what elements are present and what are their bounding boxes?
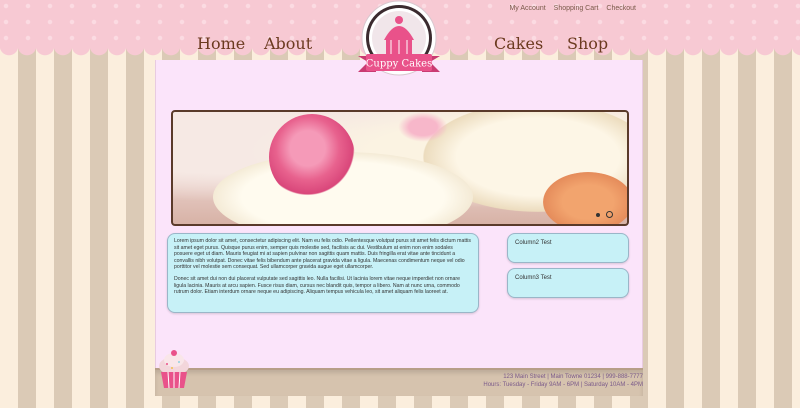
nav-cakes[interactable]: Cakes <box>494 34 543 53</box>
my-account-link[interactable]: My Account <box>509 5 545 12</box>
content-paragraph-2: Donec sit amet dui non dui placerat vulp… <box>174 275 461 296</box>
slider-dot-1[interactable] <box>596 212 600 217</box>
nav-shop[interactable]: Shop <box>567 34 608 53</box>
logo-text: Cuppy Cakes <box>366 59 432 70</box>
column3-box: Column3 Test <box>507 268 629 298</box>
account-nav: My Account Shopping Cart Checkout <box>509 5 636 12</box>
rose-shape <box>398 112 448 142</box>
rose-decoration <box>269 114 355 200</box>
nav-about[interactable]: About <box>264 34 312 53</box>
footer-address: 123 Main Street | Main Towne 01234 | 999… <box>503 374 643 380</box>
checkout-link[interactable]: Checkout <box>606 5 636 12</box>
column2-text: Column2 Test <box>515 240 552 246</box>
cupcake-icon <box>159 350 189 389</box>
hero-image-slider[interactable] <box>171 110 629 226</box>
cupcake-base-shape <box>543 172 627 224</box>
column3-text: Column3 Test <box>515 275 552 281</box>
slider-dot-2[interactable] <box>606 211 613 218</box>
slider-pagination <box>596 211 613 218</box>
cuppy-cakes-logo[interactable]: Cuppy Cakes <box>354 0 444 92</box>
column2-box: Column2 Test <box>507 233 629 263</box>
main-content-box: Lorem ipsum dolor sit amet, consectetur … <box>167 233 479 313</box>
nav-home[interactable]: Home <box>197 34 245 53</box>
footer-info: 123 Main Street | Main Towne 01234 | 999… <box>483 373 643 389</box>
content-paragraph-1: Lorem ipsum dolor sit amet, consectetur … <box>174 238 471 271</box>
footer-hours: Hours: Tuesday - Friday 9AM - 6PM | Satu… <box>483 382 643 388</box>
shopping-cart-link[interactable]: Shopping Cart <box>554 5 599 12</box>
